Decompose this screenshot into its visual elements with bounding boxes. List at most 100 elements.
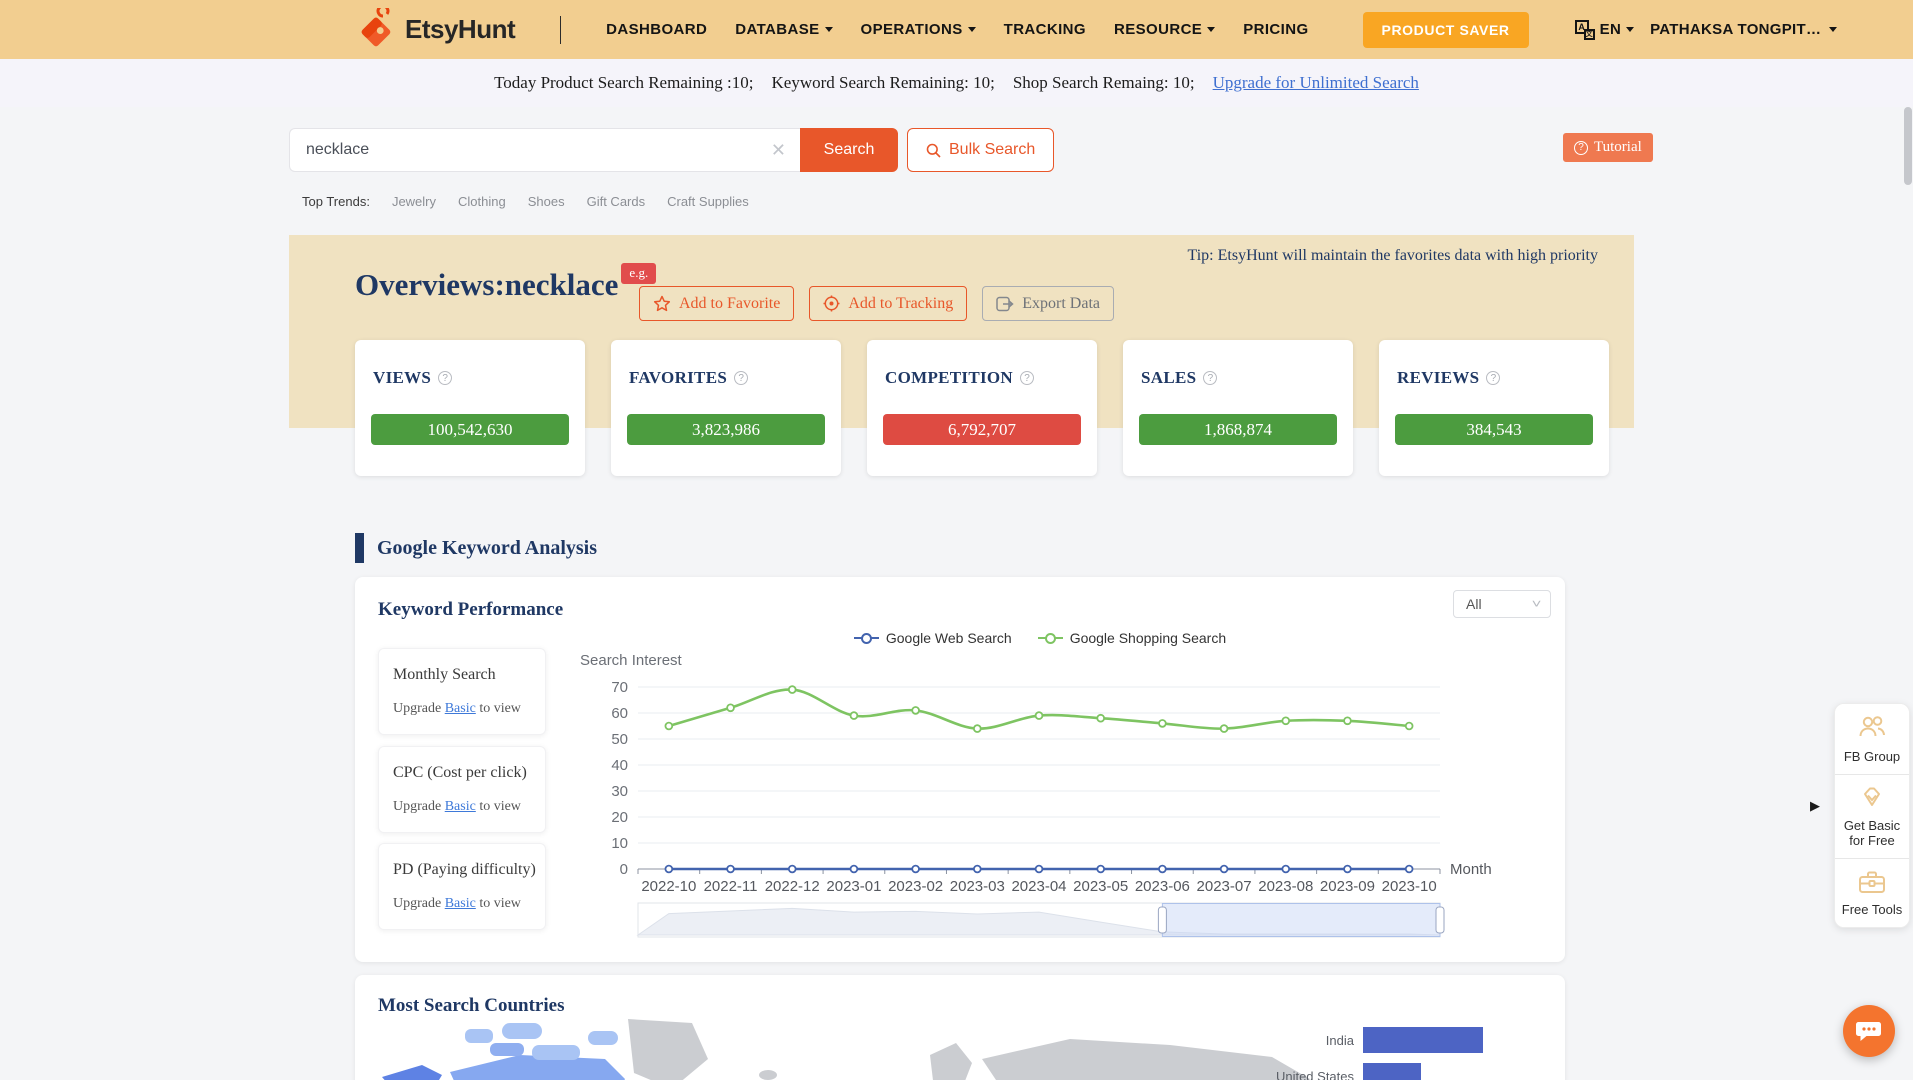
stat-card-competition: COMPETITION? 6,792,707 — [867, 340, 1097, 476]
main-nav: DASHBOARD DATABASE OPERATIONS TRACKING R… — [606, 21, 1308, 38]
svg-text:2023-07: 2023-07 — [1197, 878, 1252, 895]
legend-google-shopping-search[interactable]: Google Shopping Search — [1038, 630, 1226, 646]
datazoom-handle-right[interactable] — [1436, 907, 1444, 933]
target-icon — [823, 295, 840, 312]
product-saver-button[interactable]: PRODUCT SAVER — [1363, 12, 1529, 48]
basic-plan-link[interactable]: Basic — [445, 896, 476, 911]
svg-text:2023-06: 2023-06 — [1135, 878, 1190, 895]
stat-value: 100,542,630 — [371, 414, 569, 445]
country-bar — [1363, 1063, 1421, 1080]
help-icon[interactable]: ? — [1020, 371, 1034, 385]
free-tools-button[interactable]: Free Tools — [1835, 859, 1909, 927]
page-scrollbar[interactable] — [1904, 107, 1912, 185]
nav-operations[interactable]: OPERATIONS — [861, 21, 976, 38]
search-input[interactable] — [289, 128, 800, 172]
stat-value: 3,823,986 — [627, 414, 825, 445]
add-to-favorite-button[interactable]: Add to Favorite — [639, 286, 794, 321]
overview-title: Overviews:necklacee.g. — [355, 267, 656, 303]
datazoom-handle-left[interactable] — [1158, 907, 1166, 933]
nav-database[interactable]: DATABASE — [735, 21, 832, 38]
datazoom-selection[interactable] — [1162, 904, 1440, 937]
basic-plan-link[interactable]: Basic — [445, 701, 476, 716]
basic-plan-link[interactable]: Basic — [445, 799, 476, 814]
upgrade-link[interactable]: Upgrade for Unlimited Search — [1213, 73, 1419, 93]
stat-card-favorites: FAVORITES? 3,823,986 — [611, 340, 841, 476]
chart-legend: Google Web Search Google Shopping Search — [580, 627, 1500, 649]
user-name: PATHAKSA TONGPIT… — [1650, 21, 1821, 38]
country-row-united-states: United States — [1233, 1063, 1553, 1080]
add-to-tracking-button[interactable]: Add to Tracking — [809, 286, 967, 321]
stat-value: 384,543 — [1395, 414, 1593, 445]
svg-text:30: 30 — [611, 783, 628, 800]
svg-text:2023-02: 2023-02 — [888, 878, 943, 895]
product-search-quota: Today Product Search Remaining :10; — [494, 73, 753, 93]
question-icon: ? — [1574, 141, 1588, 155]
svg-text:2022-11: 2022-11 — [704, 878, 758, 895]
collapse-panel-arrow-icon[interactable]: ▶ — [1810, 798, 1820, 814]
svg-text:2022-12: 2022-12 — [765, 878, 820, 895]
chat-icon — [1856, 1019, 1882, 1043]
country-bar — [1363, 1027, 1483, 1053]
trend-jewelry[interactable]: Jewelry — [392, 194, 436, 209]
language-selector[interactable]: A文 EN — [1575, 20, 1634, 40]
get-basic-free-button[interactable]: Get Basic for Free — [1835, 775, 1909, 859]
country-label: United States — [1233, 1069, 1363, 1080]
user-menu[interactable]: PATHAKSA TONGPIT… — [1650, 21, 1837, 38]
briefcase-icon — [1856, 869, 1888, 895]
country-row-india: India — [1233, 1027, 1553, 1053]
upgrade-hint: Upgrade Basic to view — [393, 799, 521, 815]
stat-label: COMPETITION — [885, 368, 1013, 388]
help-icon[interactable]: ? — [1486, 371, 1500, 385]
svg-text:50: 50 — [611, 731, 628, 748]
chevron-down-icon — [1207, 27, 1215, 32]
tutorial-button[interactable]: ? Tutorial — [1563, 133, 1653, 162]
help-icon[interactable]: ? — [734, 371, 748, 385]
people-icon — [1857, 714, 1887, 742]
stat-label: SALES — [1141, 368, 1196, 388]
svg-text:Month: Month — [1450, 861, 1492, 878]
clear-input-icon[interactable]: ✕ — [771, 140, 786, 160]
top-trends: Top Trends: Jewelry Clothing Shoes Gift … — [302, 194, 749, 209]
nav-dashboard[interactable]: DASHBOARD — [606, 21, 707, 38]
help-icon[interactable]: ? — [438, 371, 452, 385]
world-map — [370, 1017, 1320, 1080]
etsyhunt-logo[interactable]: EtsyHunt — [353, 8, 515, 52]
upgrade-hint: Upgrade Basic to view — [393, 896, 521, 912]
search-button[interactable]: Search — [800, 128, 898, 172]
quota-notice-bar: Today Product Search Remaining :10; Keyw… — [0, 59, 1913, 107]
help-icon[interactable]: ? — [1203, 371, 1217, 385]
gem-icon — [1857, 785, 1887, 811]
etsyhunt-logo-icon — [353, 8, 399, 52]
trend-clothing[interactable]: Clothing — [458, 194, 506, 209]
metric-title: CPC (Cost per click) — [393, 764, 527, 782]
stat-value: 6,792,707 — [883, 414, 1081, 445]
trend-gift-cards[interactable]: Gift Cards — [587, 194, 646, 209]
stat-label: REVIEWS — [1397, 368, 1479, 388]
svg-text:2022-10: 2022-10 — [641, 878, 696, 895]
favorites-tip: Tip: EtsyHunt will maintain the favorite… — [1188, 247, 1598, 265]
brand-name: EtsyHunt — [405, 14, 515, 45]
nav-tracking[interactable]: TRACKING — [1004, 21, 1086, 38]
card-title: Keyword Performance — [378, 599, 563, 621]
chat-widget-button[interactable] — [1843, 1005, 1895, 1057]
svg-text:10: 10 — [611, 835, 628, 852]
export-data-button[interactable]: Export Data — [982, 286, 1114, 321]
trend-shoes[interactable]: Shoes — [528, 194, 565, 209]
metric-title: Monthly Search — [393, 666, 496, 684]
svg-text:2023-09: 2023-09 — [1320, 878, 1375, 895]
bulk-search-button[interactable]: Bulk Search — [907, 128, 1054, 172]
nav-resource[interactable]: RESOURCE — [1114, 21, 1215, 38]
star-icon — [653, 295, 671, 312]
time-range-select[interactable]: All ˅ — [1453, 590, 1551, 618]
fb-group-button[interactable]: FB Group — [1835, 704, 1909, 775]
trend-craft-supplies[interactable]: Craft Supplies — [667, 194, 749, 209]
line-chart-canvas: Search Interest0102030405060702022-10202… — [580, 649, 1500, 949]
svg-text:2023-01: 2023-01 — [826, 878, 881, 895]
svg-text:60: 60 — [611, 705, 628, 722]
stat-card-views: VIEWS? 100,542,630 — [355, 340, 585, 476]
nav-pricing[interactable]: PRICING — [1243, 21, 1308, 38]
chevron-down-icon — [1829, 27, 1837, 32]
chevron-down-icon — [968, 27, 976, 32]
line-marker-icon — [854, 637, 879, 640]
legend-google-web-search[interactable]: Google Web Search — [854, 630, 1012, 646]
